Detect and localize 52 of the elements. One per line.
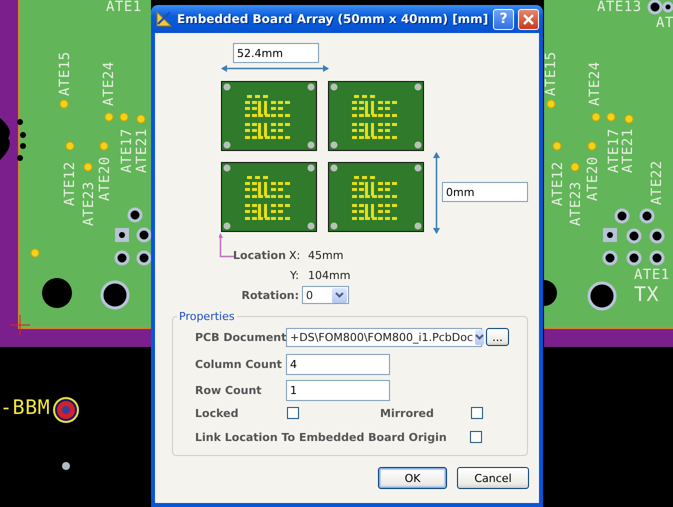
pcb-label: ATE1 xyxy=(106,0,142,14)
pcb-document-dropdown[interactable]: +DS\FOM800\FOM800_i1.PcbDoc xyxy=(286,328,482,346)
spacing-field[interactable]: 0mm xyxy=(442,182,528,202)
dropdown-value: 0 xyxy=(306,288,313,302)
dialog-button[interactable]: Cancel xyxy=(457,467,529,489)
rotation-label: Rotation: xyxy=(240,288,299,302)
column-count-label: Column Count xyxy=(195,358,283,370)
rotation-dropdown[interactable]: 0 xyxy=(302,286,349,304)
pcb-label: ATE20 xyxy=(586,156,600,201)
close-button[interactable] xyxy=(518,8,539,30)
pcb-document-label: PCB Document xyxy=(195,330,286,344)
pcb-label: ATE17 xyxy=(120,128,134,173)
pcb-label: ATE24 xyxy=(588,61,602,106)
row-count-field[interactable]: 1 xyxy=(286,380,390,400)
pcb-label: -BBM xyxy=(0,397,50,417)
y-label: Y: xyxy=(290,269,299,282)
width-field[interactable]: 52.4mm xyxy=(233,43,319,63)
set-square-icon xyxy=(155,10,173,28)
close-icon xyxy=(523,14,534,24)
window-title: Embedded Board Array (50mm x 40mm) [mm] xyxy=(177,12,489,26)
x-value: 45mm xyxy=(308,249,344,262)
pcb-label: ATE23 xyxy=(82,181,96,226)
pcb-label: ATE1 xyxy=(634,268,670,282)
pcb-label: ATE12 xyxy=(63,161,77,206)
pcb-label: ATE12 xyxy=(551,161,565,206)
dropdown-value: +DS\FOM800\FOM800_i1.PcbDoc xyxy=(290,330,473,344)
checkbox[interactable] xyxy=(470,431,482,443)
location-marker-icon xyxy=(219,233,235,258)
location-label: Location xyxy=(233,249,286,262)
pcb-label: ATE21 xyxy=(135,128,149,173)
x-label: X: xyxy=(289,249,300,262)
checkbox-label: Link Location To Embedded Board Origin xyxy=(195,430,448,444)
pcb-label: ATE23 xyxy=(569,181,583,226)
pcb-label: ATE22 xyxy=(650,160,664,205)
row-count-label: Row Count xyxy=(195,384,263,396)
pcb-label: ATE20 xyxy=(98,156,112,201)
checkbox[interactable] xyxy=(287,407,299,419)
browse-button[interactable]: ... xyxy=(486,328,509,346)
pcb-label: TX xyxy=(634,284,660,304)
column-count-field[interactable]: 4 xyxy=(286,354,390,374)
pcb-label: ATE15 xyxy=(58,51,72,96)
pcb-label: ATE15 xyxy=(544,51,558,96)
group-title: Properties xyxy=(178,310,236,323)
checkbox[interactable] xyxy=(471,407,483,419)
y-value: 104mm xyxy=(308,269,350,282)
dialog-button[interactable]: OK xyxy=(378,467,447,489)
checkbox-label: Mirrored xyxy=(380,406,435,420)
pcb-label: ATE17 xyxy=(607,128,621,173)
checkbox-label: Locked xyxy=(195,406,240,420)
pcb-label: ATE21 xyxy=(621,128,635,173)
pcb-label: ATE13 xyxy=(597,0,642,14)
pcb-label: ATE24 xyxy=(102,61,116,106)
